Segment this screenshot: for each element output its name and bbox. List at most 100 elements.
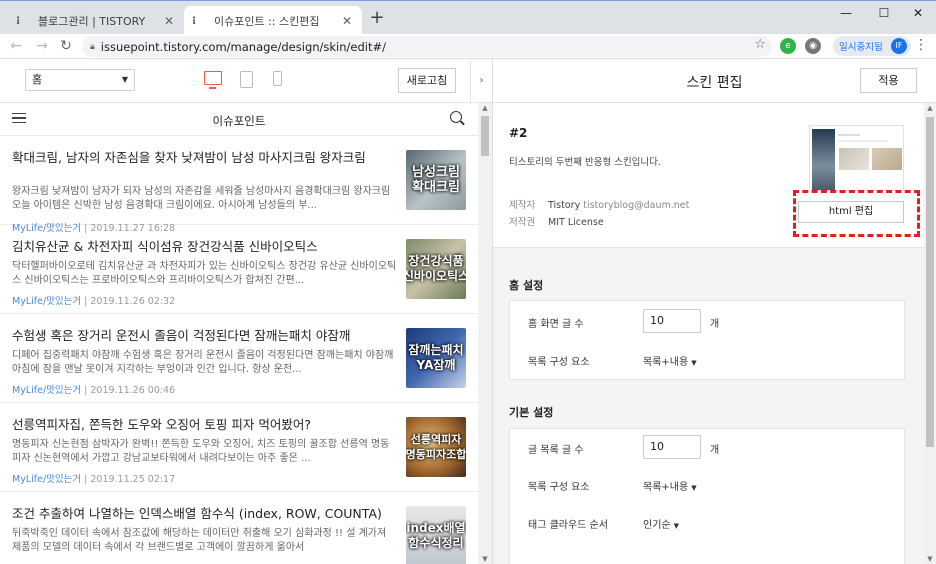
skin-thumb-line [838,134,860,136]
post-meta: MyLife/맛있는거 | 2019.11.26 02:32 [12,296,176,307]
refresh-button[interactable]: 새로고침 [398,68,456,93]
post-date: 2019.11.26 02:32 [90,296,176,307]
post-thumbnail[interactable]: 잠깨는패치 YA잠깨 [406,328,466,388]
skin-thumb-image [839,148,869,170]
post-category[interactable]: MyLife/맛있는거 [12,296,81,307]
minimize-button[interactable]: — [828,3,864,23]
apply-button[interactable]: 적용 [860,68,917,93]
close-window-button[interactable]: ✕ [900,3,936,23]
post-item[interactable]: 수험생 혹은 장거리 운전시 졸음이 걱정된다면 잠깨는패치 야잠깨 디페어 집… [0,314,478,403]
thumb-text: 선릉역피자 명동피자조합 [406,433,466,461]
preview-page-select[interactable]: 홈 ▼ [25,69,135,91]
maker-email: tistoryblog@daum.net [583,200,690,211]
list-post-count-row: 글 목록 글 수 10 개 [510,429,906,467]
post-thumbnail[interactable]: 남성크림 확대크림 [406,150,466,210]
home-post-count-input[interactable]: 10 [643,309,701,333]
tab-blog-manage[interactable]: ⁝ 블로그관리 | TISTORY ✕ [8,6,184,35]
tablet-view-icon[interactable] [240,71,253,88]
home-list-elements-dropdown[interactable]: 목록+내용 ▼ [643,353,697,368]
basic-settings-title: 기본 설정 [509,406,554,419]
evernote-extension-icon[interactable]: e [780,38,796,54]
scroll-up-arrow-icon[interactable]: ▲ [924,104,936,112]
bookmark-star-icon[interactable]: ☆ [754,37,766,52]
post-title[interactable]: 조건 추출하여 나열하는 인덱스배열 함수식 (index, ROW, COUN… [12,506,392,522]
browser-titlebar: ⁝ 블로그관리 | TISTORY ✕ ⁝ 이슈포인트 :: 스킨편집 ✕ + … [0,0,936,35]
profile-chip[interactable]: 일시중지됨 IF [833,36,911,56]
thumb-text: 잠깨는패치 YA잠깨 [408,343,464,372]
post-category[interactable]: MyLife/맛있는거 [12,474,81,485]
profile-avatar: IF [891,38,907,54]
list-elements-label: 목록 구성 요소 [528,482,590,493]
skin-thumb-cover [812,129,835,190]
reload-icon[interactable]: ↻ [56,36,76,56]
post-item[interactable]: 조건 추출하여 나열하는 인덱스배열 함수식 (index, ROW, COUN… [0,492,478,564]
blog-title[interactable]: 이슈포인트 [0,113,478,129]
scroll-down-arrow-icon[interactable]: ▼ [924,555,936,563]
forward-arrow-icon[interactable]: → [32,36,52,56]
post-item[interactable]: 선릉역피자집, 쫀득한 도우와 오징어 토핑 피자 먹어봤어? 명동피자 신논현… [0,403,478,492]
list-post-count-input[interactable]: 10 [643,435,701,459]
home-post-count-label: 홈 화면 글 수 [528,319,584,330]
post-excerpt: 명동피자 신논현점 삼박자가 완벽!! 쫀득한 도우와 오징어, 치즈 토핑의 … [12,439,390,464]
desktop-view-icon[interactable] [204,71,222,89]
license-label: 저작권 [509,217,536,228]
post-meta: MyLife/맛있는거 | 2019.11.26 00:46 [12,385,176,396]
skin-info-card: #2 티스토리의 두번째 반응형 스킨입니다. 제작자 Tistory tist… [493,103,924,248]
scroll-down-arrow-icon[interactable]: ▼ [478,555,492,563]
back-arrow-icon[interactable]: ← [6,36,26,56]
post-date: 2019.11.26 00:46 [90,385,176,396]
list-elements-row: 목록 구성 요소 목록+내용 ▼ [510,466,906,504]
address-bar[interactable]: 🔒︎ issuepoint.tistory.com/manage/design/… [82,36,772,57]
post-item[interactable]: 김치유산균 & 차전자피 식이섬유 장건강식품 신바이오틱스 닥터헬퍼바이오로테… [0,225,478,314]
skin-license-row: 저작권 MIT License [509,214,604,228]
post-thumbnail[interactable]: 장건강식품 신바이오틱스 [406,239,466,299]
preview-scrollbar[interactable]: ▲ ▼ [478,103,492,564]
mobile-view-icon[interactable] [273,71,282,86]
list-post-count-label: 글 목록 글 수 [528,445,584,456]
post-item[interactable]: 확대크림, 남자의 자존심을 찾자 낮져밤이 남성 마사지크림 왕자크림 왕자크… [0,136,478,234]
extension-icon[interactable]: ◉ [805,38,821,54]
home-list-elements-label: 목록 구성 요소 [528,357,590,368]
chevron-down-icon: ▼ [121,75,128,84]
collapse-panel-chevron-icon[interactable]: › [470,59,492,103]
search-icon[interactable] [450,111,462,123]
post-excerpt: 디페어 집중력패치 야잠깨 수험생 혹은 장거리 운전시 졸음이 걱정된다면 잠… [12,350,394,375]
page-select-value: 홈 [32,73,43,86]
blog-preview-frame: 이슈포인트 확대크림, 남자의 자존심을 찾자 낮져밤이 남성 마사지크림 왕자… [0,103,478,564]
skin-maker-row: 제작자 Tistory tistoryblog@daum.net [509,197,689,211]
skin-thumbnail [809,125,904,191]
post-thumbnail[interactable]: 선릉역피자 명동피자조합 [406,417,466,477]
skin-edit-header: 스킨 편집 적용 [493,59,936,103]
skin-number: #2 [509,126,528,140]
tag-cloud-order-dropdown[interactable]: 인기순 ▼ [643,516,679,531]
post-category[interactable]: MyLife/맛있는거 [12,385,81,396]
skin-thumb-line [838,140,888,142]
dropdown-value: 목록+내용 [643,357,689,368]
post-title[interactable]: 수험생 혹은 장거리 운전시 졸음이 걱정된다면 잠깨는패치 야잠깨 [12,328,392,344]
scrollbar-thumb[interactable] [926,117,934,447]
list-elements-dropdown[interactable]: 목록+내용 ▼ [643,478,697,493]
blog-header: 이슈포인트 [0,103,478,136]
post-title[interactable]: 선릉역피자집, 쫀득한 도우와 오징어 토핑 피자 먹어봤어? [12,417,392,433]
dropdown-value: 목록+내용 [643,482,689,493]
home-post-count-row: 홈 화면 글 수 10 개 [510,303,906,341]
post-title[interactable]: 확대크림, 남자의 자존심을 찾자 낮져밤이 남성 마사지크림 왕자크림 [12,150,392,166]
scroll-up-arrow-icon[interactable]: ▲ [478,104,492,112]
unit-label: 개 [710,445,720,456]
tab-close-icon[interactable]: ✕ [162,14,176,28]
maker-name: Tistory [548,200,581,211]
new-tab-button[interactable]: + [366,7,388,28]
tab-skin-edit[interactable]: ⁝ 이슈포인트 :: 스킨편집 ✕ [184,6,362,35]
tag-cloud-order-label: 태그 클라우드 순서 [528,520,608,531]
post-thumbnail[interactable]: index배열 함수식정리 [406,506,466,564]
thumb-text: 장건강식품 신바이오틱스 [406,254,466,283]
unit-label: 개 [710,319,720,330]
post-title[interactable]: 김치유산균 & 차전자피 식이섬유 장건강식품 신바이오틱스 [12,239,392,255]
more-menu-icon[interactable]: ⋮ [914,37,928,53]
maximize-button[interactable]: ☐ [866,3,902,23]
tab-close-icon[interactable]: ✕ [340,14,354,28]
skin-panel-scrollbar[interactable]: ▲ ▼ [924,103,936,564]
skin-description: 티스토리의 두번째 반응형 스킨입니다. [509,157,661,168]
post-excerpt: 왕자크림 낮져밤이 남자가 되자 남성의 자존감을 세워줄 남성마사지 음경확대… [12,186,391,211]
scrollbar-thumb[interactable] [481,116,489,156]
